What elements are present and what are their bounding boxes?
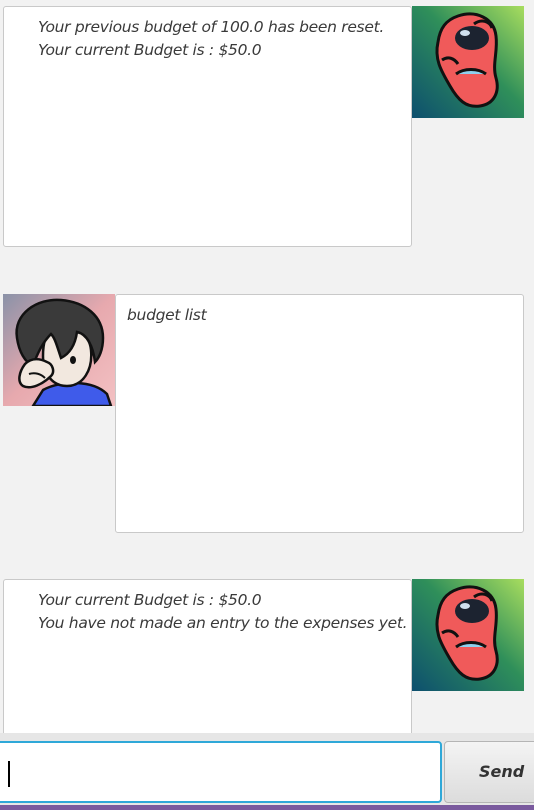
- window-bottom-strip: [0, 805, 534, 810]
- message-text: Your current Budget is : $50.0 You have …: [38, 591, 408, 632]
- user-avatar: [3, 294, 115, 406]
- chat-area[interactable]: Your previous budget of 100.0 has been r…: [0, 0, 534, 733]
- message-text: Your previous budget of 100.0 has been r…: [38, 18, 384, 59]
- user-cartoon-avatar-icon: [3, 294, 115, 406]
- message-text: budget list: [127, 306, 207, 324]
- bot-message-bubble: Your current Budget is : $50.0 You have …: [3, 579, 412, 733]
- red-blob-bot-icon: [412, 6, 524, 118]
- user-message-bubble: budget list: [115, 294, 524, 533]
- bot-avatar: [412, 6, 524, 118]
- red-blob-bot-icon: [412, 579, 524, 691]
- bot-message-bubble: Your previous budget of 100.0 has been r…: [3, 6, 412, 247]
- message-input[interactable]: [0, 741, 442, 803]
- text-caret: [8, 761, 10, 787]
- send-button[interactable]: Send: [444, 741, 534, 803]
- bot-avatar: [412, 579, 524, 691]
- input-bar: Send: [0, 733, 534, 810]
